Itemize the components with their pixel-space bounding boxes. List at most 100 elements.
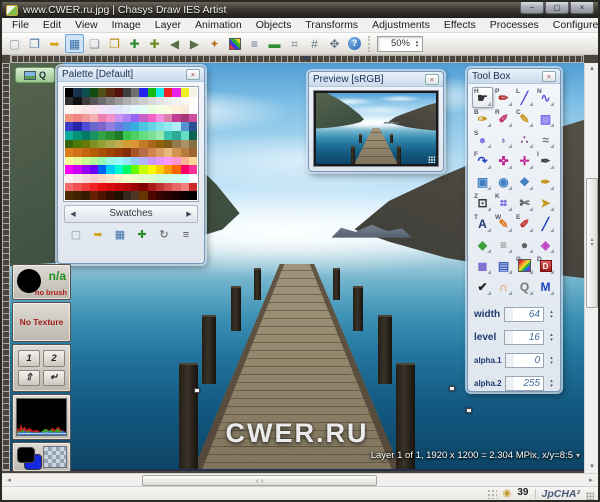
brush-tool[interactable]: B✑ xyxy=(472,108,493,129)
color-swatch[interactable] xyxy=(131,131,139,140)
color-swatch[interactable] xyxy=(139,165,147,174)
arc-tool[interactable]: ∩ xyxy=(493,276,514,297)
color-swatch[interactable] xyxy=(148,148,156,157)
smudge-tool[interactable]: ◗ xyxy=(493,129,514,150)
steps-tool[interactable]: ≡ xyxy=(493,234,514,255)
marker-tool[interactable]: W✎ xyxy=(493,213,514,234)
color-swatch[interactable] xyxy=(106,97,114,106)
measure-tool[interactable]: M xyxy=(535,276,556,297)
color-swatch[interactable] xyxy=(98,140,106,149)
color-swatch[interactable] xyxy=(73,174,81,183)
color-swatch[interactable] xyxy=(189,148,197,157)
color-swatch[interactable] xyxy=(148,191,156,200)
width-spinner[interactable]: ▴▾ xyxy=(547,310,556,319)
resize-grip-icon[interactable] xyxy=(586,492,594,500)
color-swatch[interactable] xyxy=(189,97,197,106)
histogram-panel[interactable] xyxy=(12,394,71,440)
preview-resize-grip[interactable] xyxy=(428,156,435,163)
color-swatch[interactable] xyxy=(156,88,164,97)
close-icon[interactable]: × xyxy=(542,71,556,82)
color-swatch[interactable] xyxy=(172,140,180,149)
node-edit-tool[interactable]: ✜ xyxy=(493,150,514,171)
effect-brush-tool[interactable]: R✐ xyxy=(493,108,514,129)
alpha.1-spinner[interactable]: ▴▾ xyxy=(547,356,556,365)
color-picker-tool[interactable]: I✒ xyxy=(535,150,556,171)
menu-transforms[interactable]: Transforms xyxy=(298,18,365,32)
color-swatch[interactable] xyxy=(115,97,123,106)
color-swatch[interactable] xyxy=(82,105,90,114)
color-swatch[interactable] xyxy=(172,122,180,131)
color-swatch[interactable] xyxy=(98,114,106,123)
color-swatch[interactable] xyxy=(156,140,164,149)
color-swatch[interactable] xyxy=(172,148,180,157)
fill-drop-tool[interactable]: S● xyxy=(472,129,493,150)
navigator-button[interactable]: Q xyxy=(15,67,55,83)
color-swatch[interactable] xyxy=(90,157,98,166)
color-swatch[interactable] xyxy=(98,88,106,97)
color-swatch[interactable] xyxy=(82,88,90,97)
color-swatch[interactable] xyxy=(131,97,139,106)
new-layer-icon[interactable]: ✚ xyxy=(125,34,144,53)
color-swatch[interactable] xyxy=(139,148,147,157)
color-swatch[interactable] xyxy=(181,105,189,114)
color-swatch[interactable] xyxy=(181,157,189,166)
color-swatch[interactable] xyxy=(123,165,131,174)
color-swatch[interactable] xyxy=(115,88,123,97)
close-icon[interactable]: × xyxy=(425,74,439,85)
color-swatch[interactable] xyxy=(98,122,106,131)
color-swatch[interactable] xyxy=(172,105,180,114)
color-swatch[interactable] xyxy=(172,191,180,200)
color-swatch[interactable] xyxy=(65,114,73,123)
image-stamp-tool[interactable]: ▣ xyxy=(472,171,493,192)
zoom-control[interactable]: 50% ▴▾ xyxy=(377,36,423,52)
vertical-scroll-thumb[interactable]: ▴▾ xyxy=(586,178,598,308)
palette-open-icon[interactable]: ➥ xyxy=(90,227,106,243)
color-swatch[interactable] xyxy=(82,131,90,140)
save-icon[interactable]: ▦ xyxy=(65,34,84,53)
line-tool[interactable]: L╱ xyxy=(514,87,535,108)
color-swatch[interactable] xyxy=(164,183,172,192)
color-swatch[interactable] xyxy=(82,174,90,183)
color-swatch[interactable] xyxy=(131,114,139,123)
color-swatch[interactable] xyxy=(139,183,147,192)
color-swatch[interactable] xyxy=(65,97,73,106)
color-swatch[interactable] xyxy=(181,174,189,183)
color-swatch[interactable] xyxy=(98,131,106,140)
color-swatch[interactable] xyxy=(139,157,147,166)
color-swatch[interactable] xyxy=(189,157,197,166)
color-swatch[interactable] xyxy=(189,122,197,131)
level-spinner[interactable]: ▴▾ xyxy=(547,333,556,342)
node-add-tool[interactable]: ✛ xyxy=(514,150,535,171)
color-swatch[interactable] xyxy=(148,183,156,192)
color-swatch[interactable] xyxy=(82,148,90,157)
background-icon[interactable]: ▬ xyxy=(265,34,284,53)
menu-processes[interactable]: Processes xyxy=(483,18,546,32)
color-swatch[interactable] xyxy=(106,131,114,140)
color-swatch[interactable] xyxy=(148,165,156,174)
minimize-button[interactable]: − xyxy=(520,2,544,14)
color-swatch[interactable] xyxy=(82,114,90,123)
pencil-tool[interactable]: P✏ xyxy=(493,87,514,108)
color-swatch[interactable] xyxy=(148,174,156,183)
scroll-down-icon[interactable]: ▾ xyxy=(586,461,598,473)
color-swatch[interactable] xyxy=(90,105,98,114)
color-swatch[interactable] xyxy=(123,97,131,106)
color-swatch[interactable] xyxy=(139,140,147,149)
color-swatch[interactable] xyxy=(90,140,98,149)
gradient-tool[interactable]: G xyxy=(514,255,535,276)
color-swatch[interactable] xyxy=(123,148,131,157)
color-swatch[interactable] xyxy=(164,157,172,166)
color-swatch[interactable] xyxy=(65,165,73,174)
color-swatch[interactable] xyxy=(82,191,90,200)
color-swatch[interactable] xyxy=(73,114,81,123)
color-swatch[interactable] xyxy=(115,140,123,149)
color-swatch[interactable] xyxy=(164,88,172,97)
help-icon[interactable]: ? xyxy=(345,34,364,53)
color-swatch[interactable] xyxy=(189,191,197,200)
preset-1-button[interactable]: 1 xyxy=(18,350,40,367)
color-swatch[interactable] xyxy=(131,148,139,157)
scroll-up-icon[interactable]: ▴ xyxy=(586,63,598,75)
color-swatch[interactable] xyxy=(106,140,114,149)
color-swatch[interactable] xyxy=(189,88,197,97)
color-swatch[interactable] xyxy=(98,174,106,183)
